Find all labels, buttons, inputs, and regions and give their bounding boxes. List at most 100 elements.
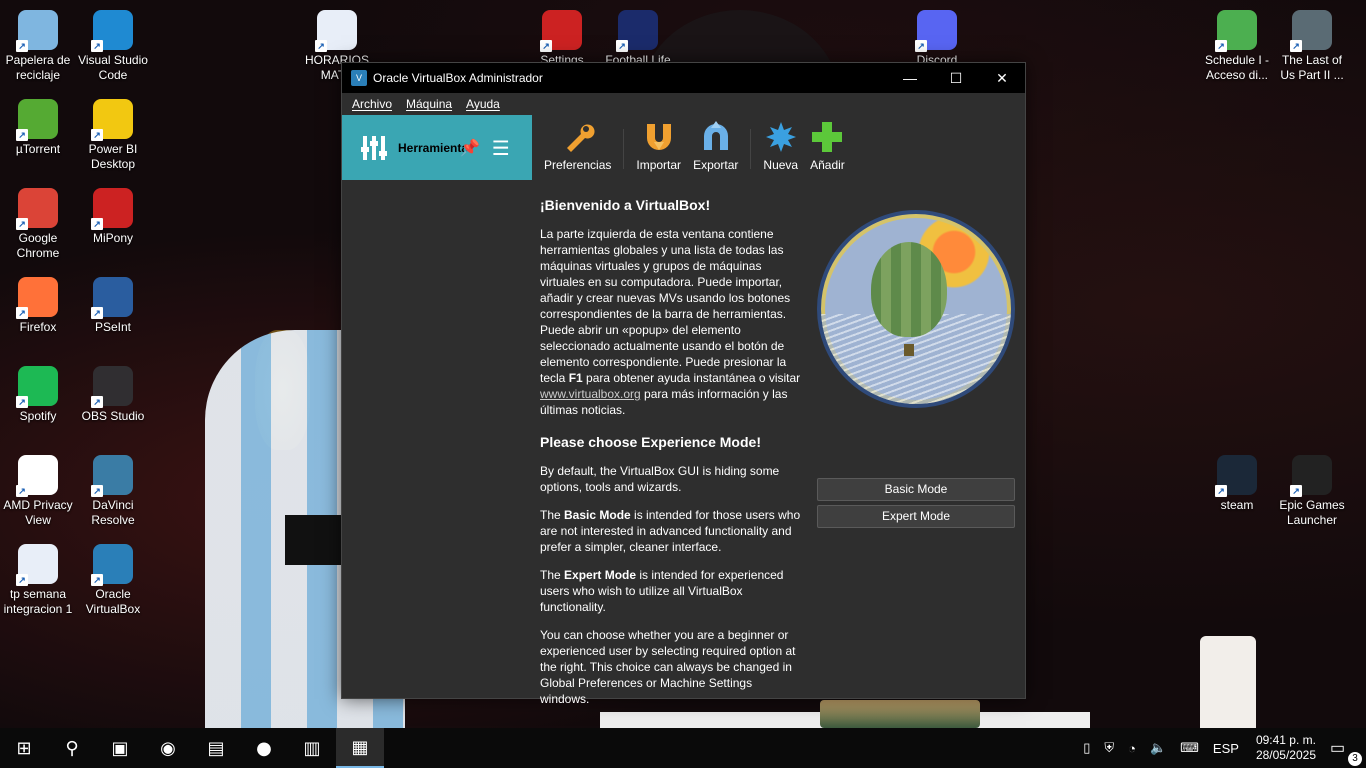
mode-heading: Please choose Experience Mode!	[540, 434, 761, 450]
menu-archivo[interactable]: Archivo	[352, 97, 392, 111]
wallpaper-trophy-base	[820, 700, 980, 728]
virtualbox-window: V Oracle VirtualBox Administrador — ☐ ✕ …	[341, 62, 1026, 706]
desktop-icon[interactable]: ↗ µTorrent	[0, 93, 76, 157]
desktop-icon[interactable]: ↗ MiPony	[75, 182, 151, 246]
virtualbox-link[interactable]: www.virtualbox.org	[540, 387, 641, 401]
desktop-icon[interactable]: ↗ Google Chrome	[0, 182, 76, 261]
f1-key-text: F1	[568, 371, 583, 385]
desktop-icon[interactable]: ↗ Discord	[899, 4, 975, 68]
search-icon: ⚲	[65, 737, 79, 759]
desktop-icon[interactable]: ↗ Spotify	[0, 360, 76, 424]
desktop-icon-label: MiPony	[92, 231, 133, 245]
machine-list-pane[interactable]: Herramientas 📌 ☰	[342, 115, 532, 698]
maximize-button[interactable]: ☐	[933, 63, 979, 93]
desktop-icon[interactable]: ↗ The Last of Us Part II ...	[1274, 4, 1350, 83]
shortcut-arrow-icon: ↗	[915, 40, 927, 52]
basic-mode-button[interactable]: Basic Mode	[817, 478, 1015, 501]
desktop-icon-label: µTorrent	[15, 142, 61, 156]
export-label: Exportar	[693, 158, 739, 172]
desktop-icon[interactable]: ↗ OBS Studio	[75, 360, 151, 424]
shortcut-arrow-icon: ↗	[1290, 485, 1302, 497]
desktop-icon-label: Firefox	[19, 320, 57, 334]
desktop-icon[interactable]: ↗ DaVinci Resolve	[75, 449, 151, 528]
desktop-icon-label: Power BI Desktop	[88, 142, 138, 171]
tools-item[interactable]: Herramientas 📌 ☰	[342, 115, 532, 180]
title-bar[interactable]: V Oracle VirtualBox Administrador — ☐ ✕	[342, 63, 1025, 93]
desktop-icon-label: OBS Studio	[81, 409, 145, 423]
menu-ayuda[interactable]: Ayuda	[466, 97, 500, 111]
keyboard-icon[interactable]: ⌨	[1180, 740, 1199, 756]
add-button[interactable]: Añadir	[810, 115, 845, 181]
wrench-icon	[561, 120, 595, 154]
desktop-icon[interactable]: ↗ Power BI Desktop	[75, 93, 151, 172]
menu-maquina[interactable]: Máquina	[406, 97, 452, 111]
text-part: The	[540, 508, 565, 522]
desktop-icon-label: Oracle VirtualBox	[85, 587, 141, 616]
export-button[interactable]: Exportar	[693, 115, 738, 181]
add-label: Añadir	[810, 158, 845, 172]
wallpaper-bottle	[1200, 636, 1256, 728]
powerbi-icon: ↗	[91, 99, 133, 141]
balloon-envelope	[871, 242, 947, 337]
desktop-icon[interactable]: ↗ PSeInt	[75, 271, 151, 335]
firefox-icon: ●	[256, 737, 272, 759]
desktop-icon[interactable]: ↗ Settings	[524, 4, 600, 68]
mode-intro: By default, the VirtualBox GUI is hiding…	[540, 464, 780, 494]
task-view-icon: ▣	[111, 737, 129, 759]
desktop-icon[interactable]: ↗ Papelera de reciclaje	[0, 4, 76, 83]
shortcut-arrow-icon: ↗	[16, 218, 28, 230]
task-view-button[interactable]: ▣	[96, 728, 144, 768]
preferences-button[interactable]: Preferencias	[544, 115, 611, 181]
tools-label: Herramientas	[398, 140, 464, 155]
volume-icon[interactable]: 🔈	[1150, 740, 1166, 756]
list-menu-icon[interactable]: ☰	[492, 136, 510, 160]
notification-count: 3	[1348, 752, 1362, 766]
document-icon: ▥	[303, 737, 321, 759]
desktop-icon[interactable]: ↗ tp semana integracion 1	[0, 538, 76, 617]
minimize-button[interactable]: —	[887, 63, 933, 93]
usb-icon[interactable]: ▯	[1083, 740, 1090, 756]
import-button[interactable]: Importar	[636, 115, 681, 181]
welcome-text: ¡Bienvenido a VirtualBox! La parte izqui…	[540, 181, 802, 719]
wifi-icon[interactable]: ◔	[1128, 741, 1136, 756]
desktop-icon[interactable]: ↗ Oracle VirtualBox	[75, 538, 151, 617]
desktop-icon[interactable]: ↗ Visual Studio Code	[75, 4, 151, 83]
pin-icon[interactable]: 📌	[460, 138, 480, 157]
notification-icon: ▭	[1330, 740, 1346, 757]
notification-center-button[interactable]: ▭ 3	[1330, 738, 1366, 766]
taskbar-document[interactable]: ▥	[288, 728, 336, 768]
shortcut-arrow-icon: ↗	[16, 307, 28, 319]
steam-icon: ↗	[1215, 455, 1257, 497]
tlou-icon: ↗	[1290, 10, 1332, 52]
shortcut-arrow-icon: ↗	[91, 129, 103, 141]
language-indicator[interactable]: ESP	[1213, 741, 1239, 756]
close-button[interactable]: ✕	[979, 63, 1025, 93]
taskbar-firefox[interactable]: ●	[240, 728, 288, 768]
taskbar-explorer[interactable]: ▤	[192, 728, 240, 768]
desktop-icon[interactable]: ↗ AMD Privacy View	[0, 449, 76, 528]
desktop-icon[interactable]: ↗ Firefox	[0, 271, 76, 335]
shortcut-arrow-icon: ↗	[540, 40, 552, 52]
shortcut-arrow-icon: ↗	[91, 485, 103, 497]
new-vm-button[interactable]: Nueva	[763, 115, 798, 181]
desktop-icon-label: Spotify	[19, 409, 57, 423]
welcome-text-part: para obtener ayuda instantánea o visitar	[582, 371, 801, 385]
desktop-icon[interactable]: ↗ Football Life	[600, 4, 676, 68]
search-button[interactable]: ⚲	[48, 728, 96, 768]
desktop-icon-label: PSeInt	[94, 320, 132, 334]
taskbar-virtualbox[interactable]: ▦	[336, 728, 384, 768]
clock-date: 28/05/2025	[1255, 748, 1316, 762]
import-icon	[642, 120, 676, 154]
clock[interactable]: 09:41 p. m. 28/05/2025	[1256, 733, 1316, 763]
virtualbox-icon: ↗	[91, 544, 133, 586]
start-button[interactable]: ⊞	[0, 728, 48, 768]
app-icon: ◉	[160, 737, 176, 759]
expert-mode-button[interactable]: Expert Mode	[817, 505, 1015, 528]
shield-icon[interactable]: ⛨	[1104, 740, 1114, 756]
shortcut-arrow-icon: ↗	[315, 40, 327, 52]
desktop-icon[interactable]: ↗ Epic Games Launcher	[1274, 449, 1350, 528]
virtualbox-icon: V	[351, 70, 367, 86]
desktop-icon[interactable]: ↗ Schedule I - Acceso di...	[1199, 4, 1275, 83]
desktop-icon[interactable]: ↗ steam	[1199, 449, 1275, 513]
taskbar-app-1[interactable]: ◉	[144, 728, 192, 768]
